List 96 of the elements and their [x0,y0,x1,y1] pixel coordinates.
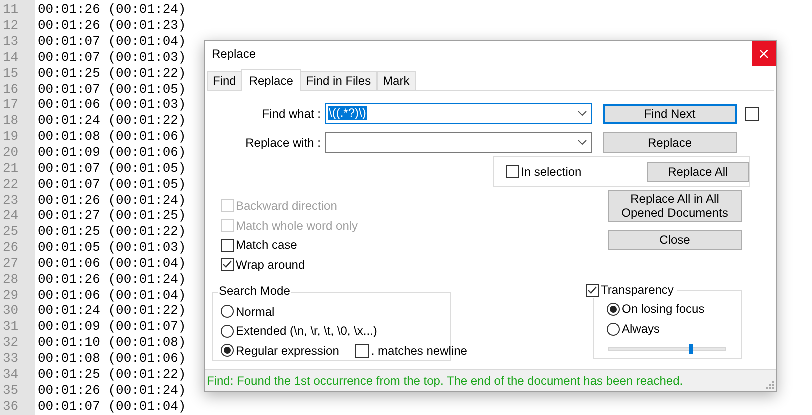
line-number: 22 [2,176,20,192]
close-icon [760,50,768,58]
code-line: 00:01:26 (00:01:24) [37,2,186,18]
code-line: 00:01:27 (00:01:25) [37,208,186,224]
line-number: 19 [2,129,20,144]
line-number: 20 [2,145,20,160]
radio-button[interactable] [221,344,234,357]
line-number: 30 [2,303,20,318]
code-line: 00:01:26 (00:01:24) [37,272,186,287]
checkbox-label[interactable]: Match case [236,236,298,254]
chevron-down-icon [578,111,587,116]
checkbox[interactable] [221,238,234,252]
checkbox[interactable] [745,106,759,120]
selected-text: \((.*?)\) [328,106,368,120]
line-number: 11 [2,2,20,18]
code-line: 00:01:09 (00:01:07) [37,319,186,334]
combo-box[interactable] [325,132,592,153]
line-number: 18 [2,113,20,128]
radio-button[interactable] [607,302,620,316]
code-line: 00:01:08 (00:01:06) [37,129,186,144]
checkbox[interactable] [586,284,599,296]
tab[interactable]: Replace [241,69,302,91]
button[interactable]: Replace All in All Opened Documents [608,190,742,222]
close-button[interactable] [752,41,776,66]
line-number: 27 [2,256,20,271]
line-number: 26 [2,240,20,256]
button[interactable]: Replace [603,132,737,153]
checkbox-label: Match whole word only [236,218,358,235]
line-number: 25 [2,224,20,240]
chevron-down-icon [578,140,587,145]
line-number: 12 [2,18,20,34]
code-line: 00:01:25 (00:01:22) [37,366,186,382]
checkbox-label[interactable]: Wrap around [236,256,306,274]
checkbox-label[interactable]: Transparency [601,281,674,299]
line-number: 21 [2,160,20,176]
tab[interactable]: Find [207,71,242,90]
radio-label[interactable]: On losing focus [622,300,705,318]
line-number: 34 [2,366,20,382]
radio-label[interactable]: Always [622,320,660,338]
line-number: 14 [2,50,20,65]
line-number: 29 [2,288,20,303]
code-line: 00:01:24 (00:01:22) [37,113,186,128]
radio-button[interactable] [221,305,234,318]
code-line: 00:01:07 (00:01:05) [37,176,186,192]
tab[interactable]: Find in Files [300,71,378,90]
line-number: 23 [2,192,20,208]
field-label: Find what : [261,106,322,122]
code-line: 00:01:26 (00:01:23) [37,18,186,34]
line-number: 36 [2,398,20,414]
checkbox-label[interactable]: . matches newline [371,342,468,360]
code-line: 00:01:06 (00:01:03) [37,97,186,112]
line-number: 32 [2,335,20,350]
code-line: 00:01:07 (00:01:05) [37,160,186,176]
radio-button[interactable] [221,324,234,338]
code-line: 00:01:06 (00:01:04) [37,256,186,271]
code-line: 00:01:10 (00:01:08) [37,335,186,350]
status-text: Find: Found the 1st occurrence from the top. The end of the document has been reached. [207,372,684,390]
button[interactable]: Close [608,230,742,250]
line-number: 31 [2,319,20,334]
line-number: 13 [2,34,20,50]
code-line: 00:01:07 (00:01:04) [37,34,186,50]
line-number: 16 [2,82,20,97]
code-line: 00:01:09 (00:01:06) [37,145,186,160]
checkbox-label[interactable]: In selection [521,162,582,180]
button[interactable]: Find Next [603,104,737,124]
resize-grip-icon[interactable] [766,381,774,389]
checkbox[interactable] [355,344,370,358]
checkbox-label: Backward direction [236,198,338,215]
checkbox[interactable] [221,258,234,272]
field-label: Replace with : [244,134,322,152]
code-line: 00:01:07 (00:01:04) [37,398,186,414]
code-line: 00:01:26 (00:01:24) [37,382,186,398]
code-line: 00:01:07 (00:01:03) [37,50,186,65]
line-number: 15 [2,66,20,81]
line-number: 33 [2,350,20,366]
code-line: 00:01:07 (00:01:05) [37,82,186,97]
code-line: 00:01:25 (00:01:22) [37,66,186,81]
radio-label[interactable]: Normal [236,302,275,320]
combo-box[interactable]: \((.*?)\) [325,103,592,124]
code-line: 00:01:26 (00:01:24) [37,192,186,208]
line-number: 28 [2,272,20,287]
line-number: 35 [2,382,20,398]
code-line: 00:01:24 (00:01:22) [37,303,186,318]
tab[interactable]: Mark [377,71,416,90]
checkbox[interactable] [506,165,519,178]
radio-label[interactable]: Extended (\n, \r, \t, \0, \x...) [236,322,378,340]
code-line: 00:01:08 (00:01:06) [37,350,186,366]
code-line: 00:01:25 (00:01:22) [37,224,186,240]
line-number: 17 [2,97,20,112]
window-title: Replace [212,46,258,62]
code-line: 00:01:06 (00:01:04) [37,288,186,303]
button[interactable]: Replace All [647,162,749,182]
radio-button[interactable] [607,322,620,336]
radio-label[interactable]: Regular expression [236,342,340,360]
line-number: 24 [2,208,20,224]
code-line: 00:01:05 (00:01:03) [37,240,186,256]
